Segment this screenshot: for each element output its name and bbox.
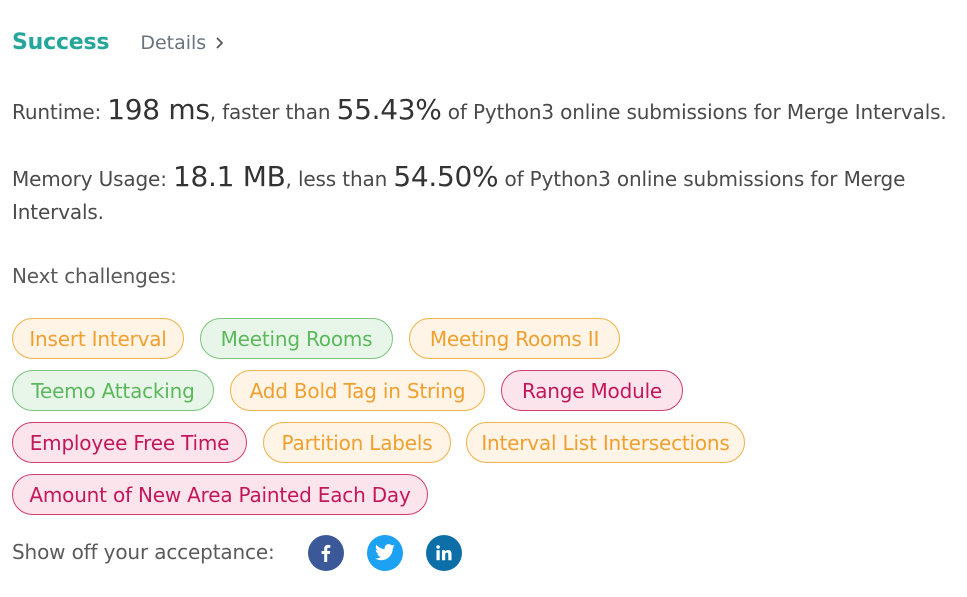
memory-label: Memory Usage: — [12, 167, 174, 191]
facebook-icon — [321, 544, 331, 562]
share-label: Show off your acceptance: — [12, 540, 275, 564]
challenge-tag-range-module[interactable]: Range Module — [501, 370, 683, 411]
memory-percent: 54.50% — [393, 160, 499, 193]
status-label: Success — [12, 30, 110, 55]
twitter-share-button[interactable] — [367, 535, 403, 571]
runtime-suffix: of Python3 online submissions for Merge … — [441, 100, 947, 124]
challenge-tag-meeting-rooms-ii[interactable]: Meeting Rooms II — [409, 318, 620, 359]
challenge-tag-employee-free-time[interactable]: Employee Free Time — [12, 422, 247, 463]
challenge-tag-meeting-rooms[interactable]: Meeting Rooms — [200, 318, 393, 359]
challenge-tag-partition-labels[interactable]: Partition Labels — [263, 422, 451, 463]
twitter-icon — [375, 544, 395, 561]
runtime-stat: Runtime: 198 ms, faster than 55.43% of P… — [12, 93, 947, 129]
challenge-tag-insert-interval[interactable]: Insert Interval — [12, 318, 184, 359]
challenge-tag-amount-of-new-area[interactable]: Amount of New Area Painted Each Day — [12, 474, 428, 515]
linkedin-share-button[interactable] — [426, 535, 462, 571]
runtime-value: 198 ms — [107, 93, 210, 126]
challenge-tag-add-bold-tag[interactable]: Add Bold Tag in String — [230, 370, 485, 411]
challenge-tag-teemo-attacking[interactable]: Teemo Attacking — [12, 370, 214, 411]
linkedin-icon — [436, 545, 452, 561]
next-challenges-label: Next challenges: — [12, 264, 177, 288]
result-header: Success Details — [12, 30, 224, 55]
facebook-share-button[interactable] — [308, 535, 344, 571]
memory-stat: Memory Usage: 18.1 MB, less than 54.50% … — [12, 160, 912, 229]
runtime-middle: , faster than — [209, 100, 337, 124]
challenge-tag-interval-list-intersections[interactable]: Interval List Intersections — [466, 422, 745, 463]
runtime-percent: 55.43% — [336, 93, 442, 126]
chevron-right-icon — [216, 37, 224, 48]
memory-middle: , less than — [285, 167, 394, 191]
memory-value: 18.1 MB — [173, 160, 286, 193]
details-label: Details — [140, 31, 207, 54]
details-link[interactable]: Details — [140, 32, 224, 54]
runtime-label: Runtime: — [12, 100, 108, 124]
